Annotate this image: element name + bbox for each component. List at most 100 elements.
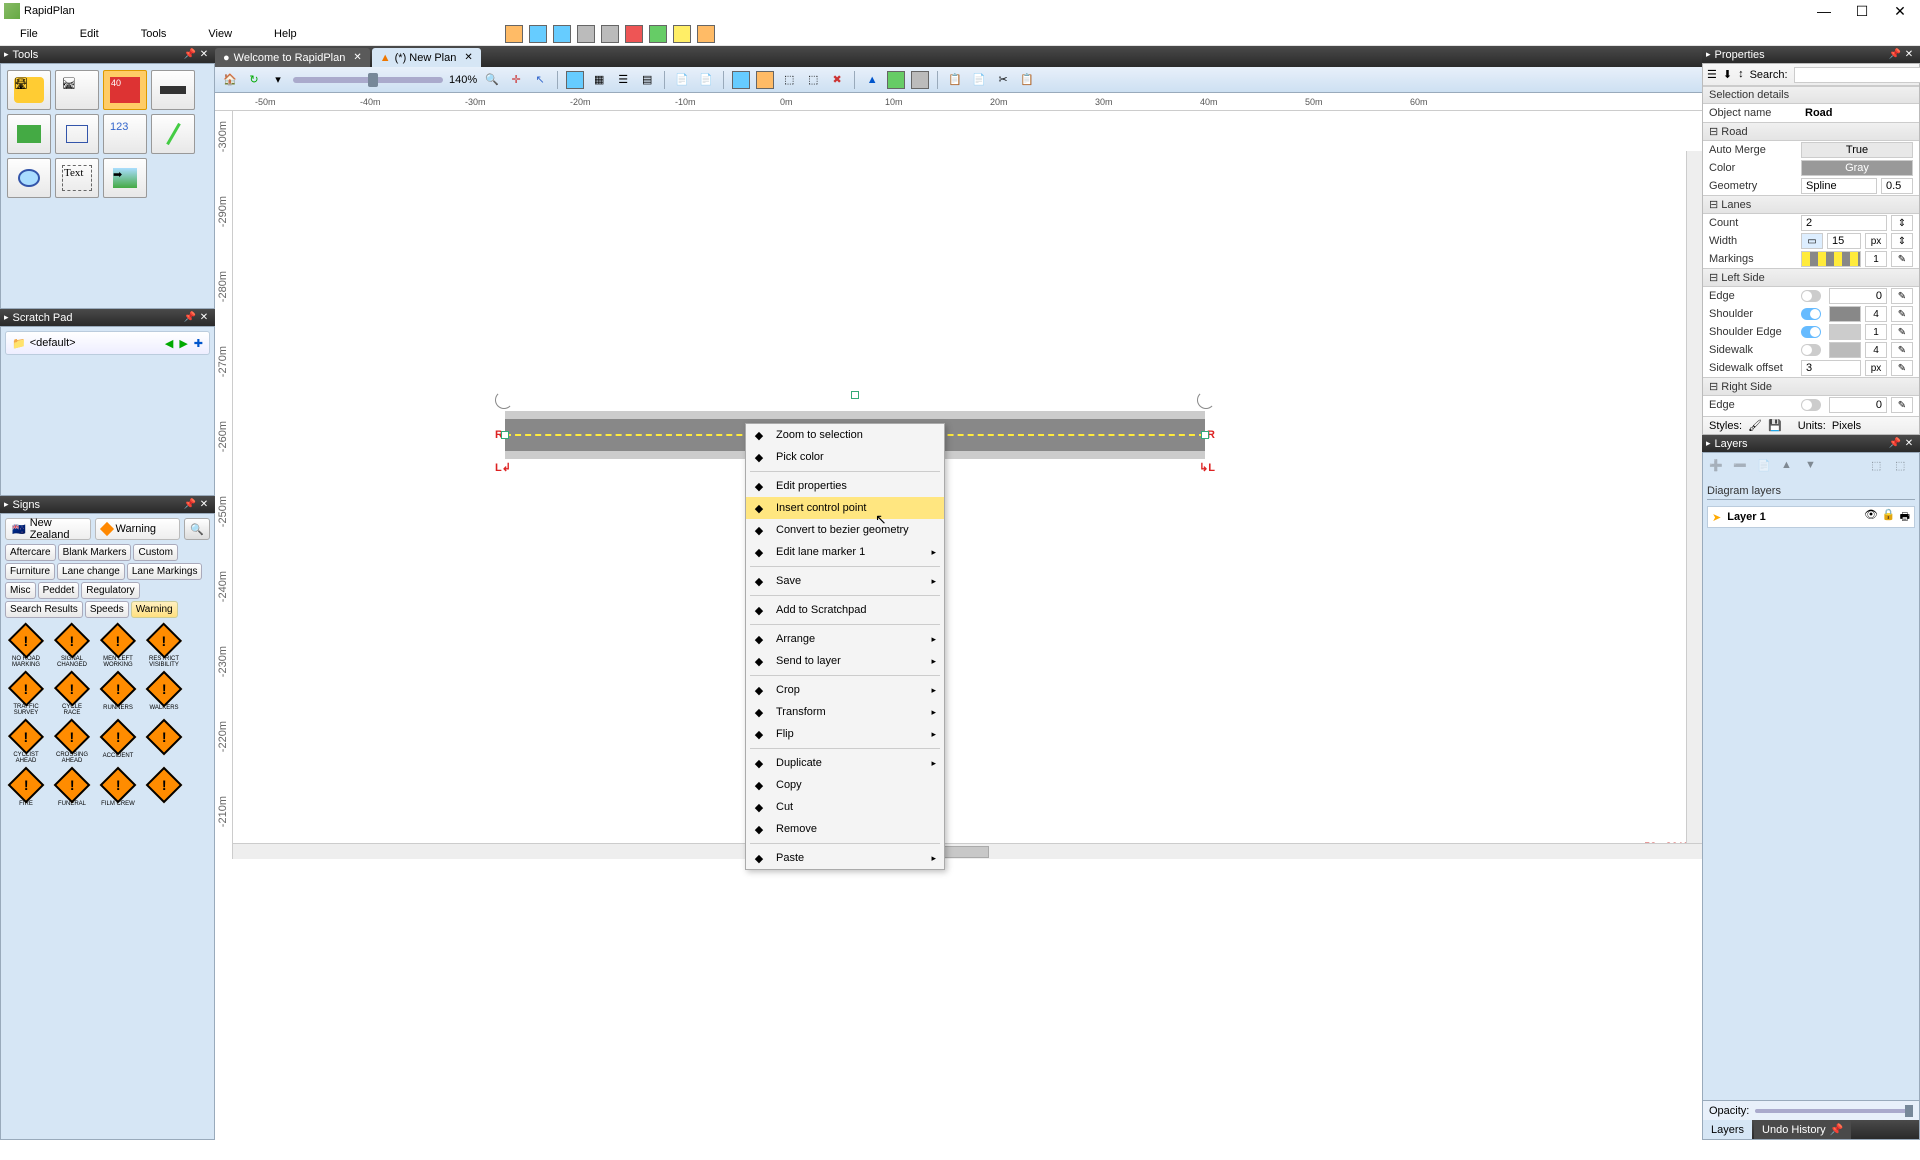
delete-icon[interactable]: ✖ (828, 71, 846, 89)
save-icon[interactable] (553, 25, 571, 43)
section-road[interactable]: ⊟ Road (1703, 122, 1919, 141)
ctx-crop[interactable]: ◆Crop▸ (746, 679, 944, 701)
edit-icon[interactable]: ✎ (1891, 324, 1913, 340)
edit-icon[interactable]: ✎ (1891, 306, 1913, 322)
tab-new-plan[interactable]: ▲(*) New Plan✕ (372, 48, 481, 67)
pin-icon[interactable]: 📌 (183, 312, 197, 323)
menu-help[interactable]: Help (260, 28, 325, 40)
shoulder-swatch[interactable] (1829, 306, 1861, 322)
sign-item[interactable]: !RUNNERS (99, 676, 137, 716)
ctx-duplicate[interactable]: ◆Duplicate▸ (746, 752, 944, 774)
properties-search-input[interactable] (1794, 67, 1920, 83)
pin-icon[interactable]: 📌 (1888, 49, 1902, 60)
add-layer-icon[interactable]: ➕ (1709, 459, 1727, 477)
tag-misc[interactable]: Misc (5, 582, 36, 599)
sign-item[interactable]: !TRAFFIC SURVEY (7, 676, 45, 716)
layer-opt1-icon[interactable]: ⬚ (1871, 459, 1889, 477)
print-layer-icon[interactable]: 🖶 (1900, 508, 1910, 527)
maximize-button[interactable]: ☐ (1852, 3, 1872, 20)
export-icon[interactable] (601, 25, 619, 43)
open-icon[interactable] (529, 25, 547, 43)
ungroup-icon[interactable] (756, 71, 774, 89)
scratchpad-default-row[interactable]: 📁 <default> ◀ ▶ ✚ (5, 331, 210, 355)
collapse-icon[interactable]: ▸ (4, 49, 9, 60)
spinner-icon[interactable]: ⇕ (1891, 233, 1913, 249)
sign-item[interactable]: !FILM CREW (99, 772, 137, 812)
speed-sign-tool[interactable]: 40 (103, 70, 147, 110)
target-icon[interactable]: ✛ (507, 71, 525, 89)
geometry-value[interactable]: Spline (1801, 178, 1877, 194)
tag-peddet[interactable]: Peddet (38, 582, 80, 599)
list-icon[interactable]: ☰ (614, 71, 632, 89)
color-value[interactable]: Gray (1801, 160, 1913, 176)
ctx-transform[interactable]: ◆Transform▸ (746, 701, 944, 723)
sidewalk-toggle[interactable] (1801, 344, 1821, 356)
ellipse-tool[interactable] (7, 158, 51, 198)
doc2-icon[interactable]: 📄 (697, 71, 715, 89)
tools-panel-header[interactable]: ▸ Tools 📌 ✕ (0, 46, 215, 63)
close-icon[interactable]: ✕ (1902, 438, 1916, 449)
tag-speeds[interactable]: Speeds (85, 601, 129, 618)
collapse-icon[interactable]: ▸ (4, 499, 9, 510)
shoulder-edge-toggle[interactable] (1801, 326, 1821, 338)
group-icon[interactable] (732, 71, 750, 89)
tag-furniture[interactable]: Furniture (5, 563, 55, 580)
dup-layer-icon[interactable]: 📄 (1757, 459, 1775, 477)
legend-tool[interactable] (55, 114, 99, 154)
ctx-flip[interactable]: ◆Flip▸ (746, 723, 944, 745)
measure-tool[interactable]: 123 (103, 114, 147, 154)
section-selection[interactable]: Selection details (1703, 86, 1919, 104)
opacity-slider[interactable] (1755, 1109, 1913, 1113)
ctx-pick-color[interactable]: ◆Pick color (746, 446, 944, 468)
paste-icon[interactable]: 📋 (946, 71, 964, 89)
sign-item[interactable]: !FUNERAL (53, 772, 91, 812)
section-left-side[interactable]: ⊟ Left Side (1703, 268, 1919, 287)
edit-icon[interactable]: ✎ (1891, 288, 1913, 304)
right-edge-toggle[interactable] (1801, 399, 1821, 411)
left-handle[interactable] (501, 431, 509, 439)
section-right-side[interactable]: ⊟ Right Side (1703, 377, 1919, 396)
right-handle[interactable] (1201, 431, 1209, 439)
lanes-count[interactable]: 2 (1801, 215, 1887, 231)
ctx-convert-to-bezier-geometry[interactable]: ◆Convert to bezier geometry (746, 519, 944, 541)
sign-item[interactable]: !MEN LEFT WORKING (99, 628, 137, 668)
sign-item[interactable]: !CYCLE RACE (53, 676, 91, 716)
tab-layers[interactable]: Layers (1703, 1120, 1752, 1139)
del-layer-icon[interactable]: ➖ (1733, 459, 1751, 477)
view-list-icon[interactable]: ☰ (1707, 68, 1717, 82)
top-mid-handle[interactable] (851, 391, 859, 399)
collapse-icon[interactable]: ▸ (1706, 438, 1711, 449)
view-sort-icon[interactable]: ↕ (1738, 68, 1744, 82)
down-layer-icon[interactable]: ▼ (1805, 459, 1823, 477)
print-icon[interactable] (577, 25, 595, 43)
lock-icon[interactable]: 🔒 (1882, 508, 1896, 527)
pin-icon[interactable]: 📌 (1888, 438, 1902, 449)
layer-icon[interactable] (887, 71, 905, 89)
cursor-icon[interactable]: ↖ (531, 71, 549, 89)
auto-merge-value[interactable]: True (1801, 142, 1913, 158)
edit-icon[interactable]: ✎ (1891, 360, 1913, 376)
line-tool[interactable] (151, 114, 195, 154)
sidewalk-swatch[interactable] (1829, 342, 1861, 358)
signs-country-filter[interactable]: 🇳🇿New Zealand (5, 518, 91, 540)
edit-icon[interactable]: ✎ (1891, 397, 1913, 413)
signs-type-filter[interactable]: Warning (95, 518, 181, 540)
spinner-icon[interactable]: ⇕ (1891, 215, 1913, 231)
sidewalk-offset[interactable]: 3 (1801, 360, 1861, 376)
ctx-arrange[interactable]: ◆Arrange▸ (746, 628, 944, 650)
cut-icon[interactable]: ✂ (994, 71, 1012, 89)
geometry-val2[interactable]: 0.5 (1881, 178, 1913, 194)
object-name-value[interactable]: Road (1801, 105, 1913, 121)
flip-h-icon[interactable]: ▲ (863, 71, 881, 89)
ctx-save[interactable]: ◆Save▸ (746, 570, 944, 592)
ctx-zoom-to-selection[interactable]: ◆Zoom to selection (746, 424, 944, 446)
close-icon[interactable]: ✕ (1902, 49, 1916, 60)
style-save-icon[interactable]: 💾 (1768, 419, 1782, 432)
tab-close-icon[interactable]: ✕ (464, 52, 472, 63)
tag-regulatory[interactable]: Regulatory (81, 582, 139, 599)
tag-lane-markings[interactable]: Lane Markings (127, 563, 203, 580)
markings-count[interactable]: 1 (1865, 251, 1887, 267)
sign-item[interactable]: !RESTRICT VISIBILITY (145, 628, 183, 668)
vertical-scrollbar[interactable] (1686, 151, 1702, 843)
ctx-copy[interactable]: ◆Copy (746, 774, 944, 796)
